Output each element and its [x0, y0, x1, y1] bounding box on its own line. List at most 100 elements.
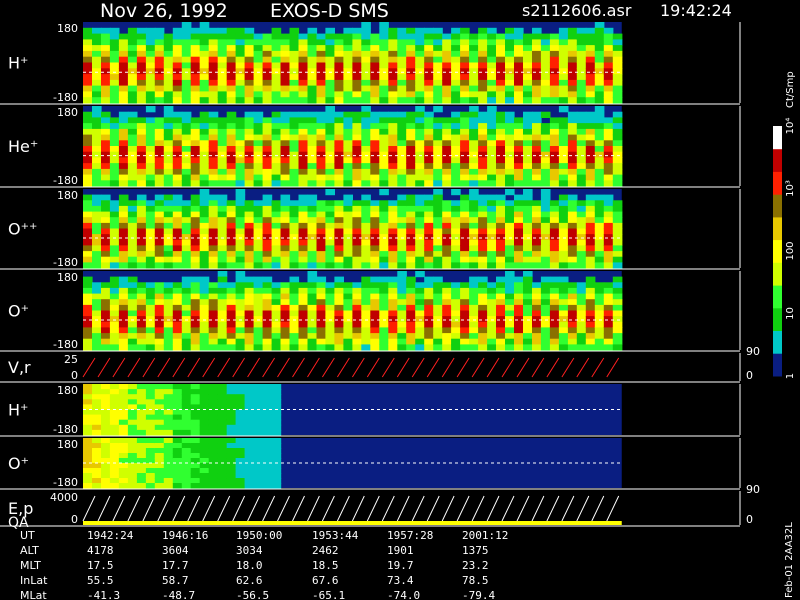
- spectrogram-cell: [540, 205, 551, 213]
- ytick-bottom: -180: [53, 423, 78, 436]
- spectrogram-cell: [83, 338, 93, 345]
- spectrogram-cell: [163, 256, 174, 263]
- spectrogram-cell: [406, 27, 416, 35]
- spectrogram-cell: [244, 304, 255, 312]
- spectrogram-cell: [118, 117, 129, 124]
- spectrogram-cell: [334, 222, 344, 230]
- spectrogram-cell: [585, 163, 596, 170]
- spectrogram-cell: [163, 245, 174, 252]
- spectrogram-cell: [361, 128, 371, 136]
- spectrogram-cell: [289, 62, 300, 69]
- spectrogram-cell: [83, 45, 93, 52]
- spectrogram-cell: [424, 45, 434, 52]
- spectrogram-cell: [262, 463, 273, 469]
- spectrogram-cell: [487, 304, 497, 312]
- spectrogram-cell: [442, 140, 452, 147]
- spectrogram-cell: [145, 344, 156, 351]
- spectrogram-cell: [585, 128, 596, 136]
- spectrogram-cell: [361, 321, 371, 328]
- spectrogram-cell: [451, 200, 461, 207]
- spectrogram-cell: [181, 151, 192, 158]
- spectrogram-cell: [523, 299, 533, 306]
- colorbar-tick: 10: [785, 307, 796, 320]
- spectrogram-cell: [262, 85, 273, 92]
- spectrogram-cell: [145, 483, 156, 489]
- spectrogram-cell: [163, 419, 174, 426]
- spectrogram-cell: [567, 245, 578, 252]
- spectrogram-cell: [370, 123, 380, 130]
- spectrogram-cell: [352, 168, 362, 176]
- spectrogram-cell: [585, 74, 596, 81]
- spectrogram-cell: [154, 316, 165, 323]
- spectrogram-cell: [478, 50, 488, 58]
- spectrogram-cell: [136, 140, 147, 147]
- spectrogram-cell: [334, 217, 344, 224]
- spectrogram-cell: [442, 262, 452, 269]
- spectrogram-cell: [460, 333, 470, 340]
- spectrogram-cell: [101, 443, 111, 449]
- spectrogram-cell: [235, 39, 246, 46]
- spectrogram-cell: [415, 200, 425, 207]
- spectrogram-cell: [92, 222, 102, 230]
- spectrogram-cell: [199, 414, 210, 421]
- spectrogram-cell: [208, 68, 219, 75]
- spectrogram-cell: [478, 123, 488, 130]
- spectrogram-cell: [262, 448, 273, 454]
- spectrogram-cell: [496, 62, 506, 69]
- spectrogram-cell: [83, 97, 93, 104]
- spectrogram-cell: [469, 189, 479, 196]
- spectrogram-cell: [334, 304, 344, 312]
- spectrogram-cell: [83, 414, 93, 421]
- spectrogram-cell: [397, 97, 407, 104]
- spectrogram-cell: [172, 384, 183, 390]
- spectrogram-cell: [558, 200, 569, 207]
- spectrogram-cell: [334, 287, 344, 295]
- spectrogram-cell: [442, 85, 452, 92]
- spectrogram-cell: [514, 262, 524, 269]
- spectrogram-cell: [576, 27, 587, 35]
- spectrogram-cell: [576, 151, 587, 158]
- spectrogram-cell: [118, 205, 129, 213]
- spectrogram-cell: [118, 97, 129, 104]
- spectrogram-cell: [549, 134, 560, 141]
- spectrogram-cell: [478, 39, 488, 46]
- spectrogram-cell: [433, 293, 443, 300]
- spectrogram-cell: [316, 33, 327, 40]
- spectrogram-cell: [540, 228, 551, 235]
- spectrogram-cell: [154, 56, 165, 64]
- spectrogram-cell: [127, 321, 138, 328]
- spectrogram-cell: [253, 424, 264, 431]
- spectrogram-cell: [334, 163, 344, 170]
- spectrogram-cell: [163, 106, 174, 113]
- spectrogram-cell: [352, 282, 362, 289]
- spectrogram-cell: [136, 443, 147, 449]
- spectrogram-cell: [352, 56, 362, 64]
- spectrogram-cell: [136, 128, 147, 136]
- spectrogram-cell: [262, 134, 273, 141]
- spectrogram-cell: [325, 74, 335, 81]
- spectrogram-cell: [262, 293, 273, 300]
- spectrogram-cell: [549, 117, 560, 124]
- spectrogram-cell: [109, 222, 120, 230]
- spectrogram-cell: [163, 74, 174, 81]
- spectrogram-cell: [388, 293, 398, 300]
- spectrogram-cell: [379, 287, 389, 295]
- spectrogram-cell: [172, 344, 183, 351]
- spectrogram-cell: [460, 344, 470, 351]
- spectrogram-cell: [558, 299, 569, 306]
- spectrogram-cell: [109, 414, 120, 421]
- spectrogram-cell: [181, 399, 192, 405]
- spectrogram-cell: [235, 211, 246, 218]
- spectrogram-cell: [567, 194, 578, 201]
- spectrogram-cell: [199, 74, 210, 81]
- spectrogram-cell: [217, 389, 228, 395]
- spectrogram-cell: [190, 338, 201, 345]
- spectrogram-cell: [199, 39, 210, 46]
- spectrogram-cell: [163, 282, 174, 289]
- spectrogram-cell: [271, 45, 282, 52]
- spectrogram-cell: [280, 194, 291, 201]
- spectrogram-cell: [181, 429, 192, 436]
- spectrogram-cell: [154, 424, 165, 431]
- spectrogram-cell: [558, 68, 569, 75]
- spectrogram-cell: [101, 111, 111, 118]
